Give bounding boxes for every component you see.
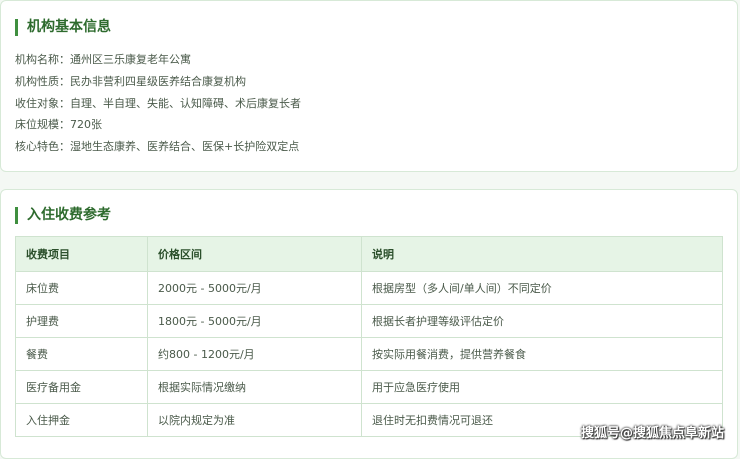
info-label: 收住对象： bbox=[15, 97, 70, 110]
fee-card: 入住收费参考 收费项目 价格区间 说明 床位费 2000元 - 5000元/月 … bbox=[0, 189, 738, 459]
fee-item: 入住押金 bbox=[16, 404, 148, 437]
info-label: 机构性质： bbox=[15, 75, 70, 88]
fee-price: 约800 - 1200元/月 bbox=[148, 338, 362, 371]
info-row-features: 核心特色：湿地生态康养、医养结合、医保+长护险双定点 bbox=[15, 140, 299, 154]
fee-price: 2000元 - 5000元/月 bbox=[148, 272, 362, 305]
fee-table-header: 收费项目 价格区间 说明 bbox=[16, 237, 723, 272]
header-item: 收费项目 bbox=[16, 237, 148, 272]
info-label: 机构名称： bbox=[15, 53, 70, 66]
fee-note: 根据房型（多人间/单人间）不同定价 bbox=[362, 272, 723, 305]
info-row-name: 机构名称：通州区三乐康复老年公寓 bbox=[15, 53, 191, 67]
table-row: 医疗备用金 根据实际情况缴纳 用于应急医疗使用 bbox=[16, 371, 723, 404]
table-row: 床位费 2000元 - 5000元/月 根据房型（多人间/单人间）不同定价 bbox=[16, 272, 723, 305]
info-label: 床位规模： bbox=[15, 118, 70, 131]
info-row-nature: 机构性质：民办非营利四星级医养结合康复机构 bbox=[15, 75, 246, 89]
fee-price: 1800元 - 5000元/月 bbox=[148, 305, 362, 338]
info-value: 通州区三乐康复老年公寓 bbox=[70, 53, 191, 66]
fee-price: 根据实际情况缴纳 bbox=[148, 371, 362, 404]
fee-note: 根据长者护理等级评估定价 bbox=[362, 305, 723, 338]
fee-table: 收费项目 价格区间 说明 床位费 2000元 - 5000元/月 根据房型（多人… bbox=[15, 236, 723, 437]
info-row-beds: 床位规模：720张 bbox=[15, 118, 102, 132]
fee-price: 以院内规定为准 bbox=[148, 404, 362, 437]
fee-title: 入住收费参考 bbox=[15, 207, 111, 224]
fee-note: 按实际用餐消费，提供营养餐食 bbox=[362, 338, 723, 371]
table-row: 护理费 1800元 - 5000元/月 根据长者护理等级评估定价 bbox=[16, 305, 723, 338]
fee-item: 医疗备用金 bbox=[16, 371, 148, 404]
table-row: 餐费 约800 - 1200元/月 按实际用餐消费，提供营养餐食 bbox=[16, 338, 723, 371]
info-label: 核心特色： bbox=[15, 140, 70, 153]
info-value: 自理、半自理、失能、认知障碍、术后康复长者 bbox=[70, 97, 301, 110]
fee-note: 用于应急医疗使用 bbox=[362, 371, 723, 404]
header-note: 说明 bbox=[362, 237, 723, 272]
basic-info-title: 机构基本信息 bbox=[15, 19, 111, 36]
header-price: 价格区间 bbox=[148, 237, 362, 272]
fee-item: 床位费 bbox=[16, 272, 148, 305]
basic-info-card: 机构基本信息 机构名称：通州区三乐康复老年公寓 机构性质：民办非营利四星级医养结… bbox=[0, 0, 738, 172]
info-row-residents: 收住对象：自理、半自理、失能、认知障碍、术后康复长者 bbox=[15, 97, 301, 111]
watermark: 搜狐号@搜狐焦点阜新站 bbox=[581, 422, 724, 441]
info-value: 720张 bbox=[70, 118, 102, 131]
fee-item: 餐费 bbox=[16, 338, 148, 371]
info-value: 湿地生态康养、医养结合、医保+长护险双定点 bbox=[70, 140, 299, 153]
fee-item: 护理费 bbox=[16, 305, 148, 338]
info-value: 民办非营利四星级医养结合康复机构 bbox=[70, 75, 246, 88]
